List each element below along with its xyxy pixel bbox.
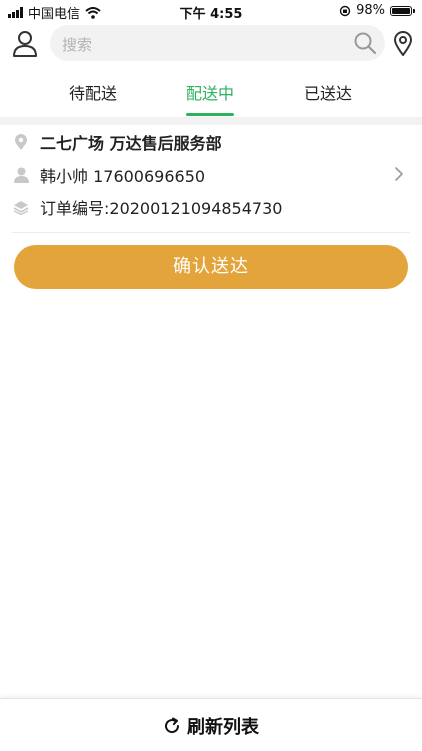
search-input[interactable]: 搜索: [50, 25, 385, 61]
battery-fill: [392, 7, 410, 14]
user-icon[interactable]: [12, 30, 38, 58]
delivery-address: 二七广场 万达售后服务部: [40, 134, 222, 153]
tab-delivering[interactable]: 配送中: [160, 80, 260, 104]
location-marker-icon: [12, 133, 30, 151]
refresh-icon: [165, 717, 180, 734]
card-divider: [12, 232, 410, 233]
battery-icon: [390, 5, 415, 16]
contact-name-phone: 韩小帅 17600696650: [40, 167, 206, 186]
chevron-right-icon[interactable]: [394, 166, 404, 182]
bottom-bar: 刷新列表: [0, 698, 422, 751]
address-row: 二七广场 万达售后服务部: [12, 129, 222, 155]
tab-delivered[interactable]: 已送达: [278, 80, 378, 104]
layers-icon: [12, 198, 30, 216]
order-card[interactable]: 二七广场 万达售后服务部 韩小帅 17600696650 订单编号:202001…: [0, 125, 422, 233]
order-number-row: 订单编号:20200121094854730: [12, 194, 282, 220]
search-icon[interactable]: [353, 31, 377, 55]
orientation-lock-icon: [339, 5, 351, 16]
status-right: 98%: [339, 3, 415, 18]
status-bar: 中国电信 下午 4:55 98%: [0, 0, 422, 22]
active-tab-indicator: [186, 113, 234, 116]
contact-row[interactable]: 韩小帅 17600696650: [12, 162, 205, 188]
top-bar: 搜索: [0, 24, 422, 64]
confirm-delivery-button[interactable]: 确认送达: [14, 245, 408, 289]
battery-percent: 98%: [356, 3, 385, 18]
tab-pending-delivery[interactable]: 待配送: [43, 80, 143, 104]
search-placeholder: 搜索: [62, 36, 93, 54]
order-number: 订单编号:20200121094854730: [40, 199, 283, 218]
section-separator: [0, 117, 422, 125]
refresh-label: 刷新列表: [187, 717, 259, 738]
order-status-tabs: 待配送 配送中 已送达: [0, 72, 422, 116]
location-pin-icon[interactable]: [392, 31, 414, 57]
person-icon: [12, 166, 30, 184]
refresh-list-button[interactable]: 刷新列表: [0, 713, 422, 739]
